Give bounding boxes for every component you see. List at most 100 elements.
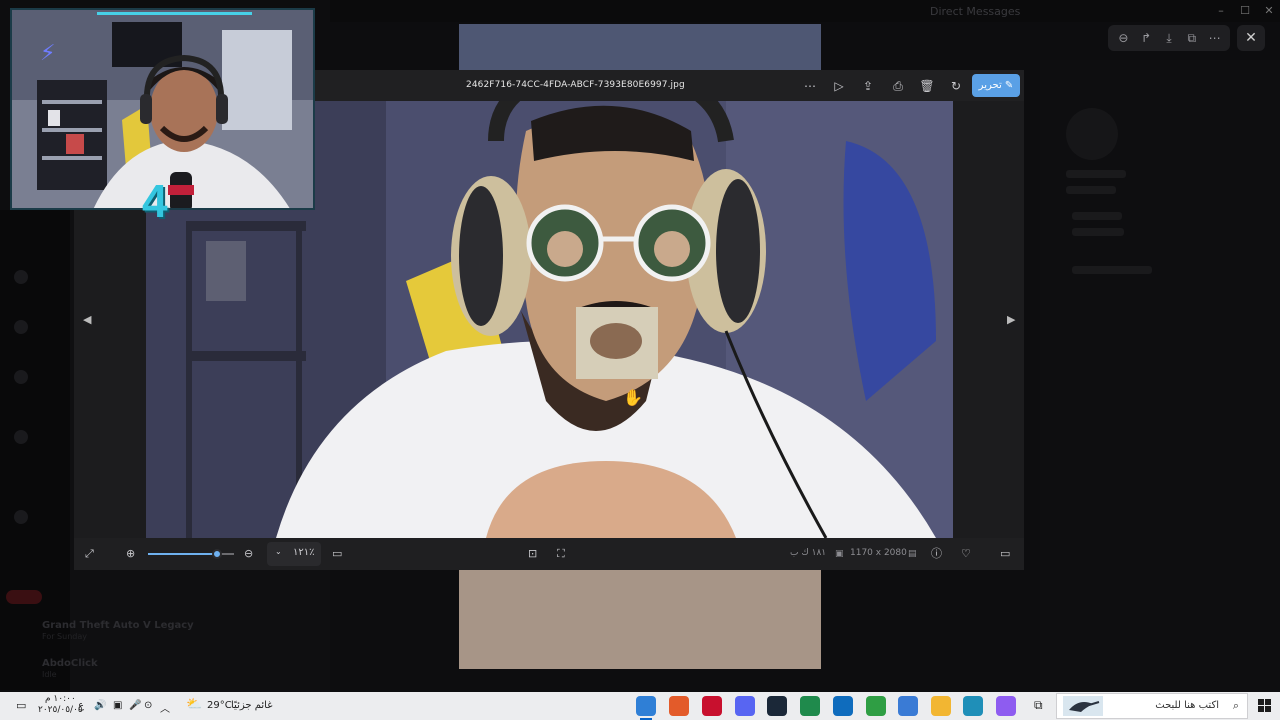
external-viewer-toolbar: ⊖ ↱ ⤓ ⧉ ⋯ [1108, 25, 1230, 51]
visual-search-icon[interactable]: ⊡ [528, 546, 537, 562]
clock-time: ١٠:٠٠ م [44, 694, 76, 704]
volume-icon[interactable]: 🔊 [94, 700, 106, 711]
delete-icon[interactable]: 🗑 [918, 77, 936, 95]
taskbar-app-edge[interactable] [963, 696, 983, 716]
viewer-bottom-bar: ⤢ ⊕ ⊖ ⌄ ١٢١٪ ▭ ⊡ ⛶ ١٨١ ك ب ▣ 1170 x 2080… [74, 538, 1024, 570]
zoom-out-icon[interactable]: ⊖ [244, 546, 253, 562]
underlay-image-bottom [459, 570, 821, 669]
weather-icon: ⛅ [186, 697, 203, 712]
taskbar-app-discord[interactable] [735, 696, 755, 716]
image-dimensions: 1170 x 2080 [850, 548, 907, 558]
filmstrip-icon[interactable]: ▭ [1000, 546, 1010, 562]
background-title-bar: Direct Messages – ☐ ✕ [330, 0, 1280, 22]
maximize-icon[interactable]: ☐ [1236, 3, 1254, 19]
search-icon: ⌕ [1232, 699, 1239, 712]
activity-game-sub: For Sunday [42, 632, 87, 641]
fit-to-window-icon[interactable]: ▭ [332, 546, 342, 562]
taskbar-app-office[interactable] [669, 696, 689, 716]
svg-text:⚡: ⚡ [40, 41, 55, 66]
live-badge [6, 590, 42, 604]
zoom-in-icon[interactable]: ⊕ [126, 546, 135, 562]
taskbar-app-chrome[interactable] [866, 696, 886, 716]
stream-logo: 4 [142, 175, 168, 227]
edit-button[interactable]: تحرير ✎ [972, 74, 1020, 97]
taskbar-search[interactable]: اكتب هنا للبحث ⌕ [1056, 693, 1248, 719]
profile-tag-placeholder [1066, 186, 1116, 194]
zoom-level-dropdown[interactable]: ⌄ ١٢١٪ [267, 542, 321, 566]
frame-accent [97, 12, 227, 15]
taskbar: ▭ ١٠:٠٠ م ٢٠٢٥/٠٥/٠٥ ع 🔊 ▣ 🎤 ⊙ ︿ ⛅ 29°C … [0, 692, 1280, 720]
taskbar-app-store[interactable] [898, 696, 918, 716]
rotate-icon[interactable]: ↻ [947, 77, 965, 95]
server-icon[interactable] [14, 320, 28, 334]
slideshow-icon[interactable]: ▷ [830, 77, 848, 95]
profile-name-placeholder [1066, 170, 1126, 178]
zoom-level-value: ١٢١٪ [293, 547, 315, 558]
dimensions-icon: ▤ [908, 549, 917, 559]
edit-label: تحرير [978, 80, 1002, 91]
window-close-icon[interactable]: ✕ [1260, 3, 1278, 19]
zoom-slider[interactable] [148, 549, 234, 559]
download-icon[interactable]: ⤓ [1160, 31, 1178, 46]
share-icon[interactable]: ⇪ [859, 77, 877, 95]
more-options-icon[interactable]: ⋯ [801, 77, 819, 95]
search-placeholder: اكتب هنا للبحث [1155, 700, 1219, 711]
taskbar-app-file-explorer[interactable] [931, 696, 951, 716]
previous-image-icon[interactable]: ◀ [83, 313, 91, 326]
activity-list: Grand Theft Auto V Legacy For Sunday Abd… [14, 614, 334, 684]
server-icon[interactable] [14, 370, 28, 384]
chevron-down-icon: ⌄ [275, 547, 282, 556]
start-windows-icon[interactable] [1258, 699, 1272, 713]
weather-description[interactable]: غائم جزئيًا [231, 700, 272, 711]
activity-game-sub: Idle [42, 670, 57, 679]
info-icon[interactable]: ⓘ [931, 546, 942, 562]
show-hidden-icons-icon[interactable]: ︿ [160, 700, 170, 715]
print-icon[interactable]: ⎙ [889, 77, 907, 95]
zoom-slider-fill [148, 553, 217, 555]
clock-date: ٢٠٢٥/٠٥/٠٥ [38, 705, 83, 715]
minimize-icon[interactable]: – [1212, 3, 1230, 19]
open-external-icon[interactable]: ⧉ [1183, 31, 1201, 46]
taskbar-app-outlook[interactable] [833, 696, 853, 716]
server-icon[interactable] [14, 430, 28, 444]
clock[interactable]: ١٠:٠٠ م ٢٠٢٥/٠٥/٠٥ [38, 694, 83, 716]
taskbar-app-photos[interactable] [636, 696, 656, 720]
server-icon[interactable] [14, 510, 28, 524]
next-image-icon[interactable]: ▶ [1007, 313, 1015, 326]
favorite-icon[interactable]: ♡ [961, 546, 971, 562]
crop-icon[interactable]: ⛶ [557, 546, 565, 562]
microphone-icon[interactable]: 🎤 [129, 700, 141, 711]
search-highlight-bird-icon [1063, 696, 1103, 716]
fullscreen-icon[interactable]: ⤢ [85, 546, 94, 562]
task-view-icon[interactable]: ⧉ [1030, 696, 1050, 716]
forward-icon[interactable]: ↱ [1137, 31, 1155, 45]
network-icon[interactable]: ▣ [113, 700, 122, 711]
input-language[interactable]: ع [78, 700, 84, 711]
file-size-icon: ▣ [835, 549, 844, 559]
svg-text:✋: ✋ [623, 388, 643, 407]
weather-temperature[interactable]: 29°C [207, 700, 232, 711]
underlay-image-top [459, 24, 821, 72]
activity-game-name: AbdoClick [42, 658, 98, 669]
activity-game-name: Grand Theft Auto V Legacy [42, 620, 194, 631]
taskbar-app-copilot[interactable] [996, 696, 1016, 716]
zoom-out-icon[interactable]: ⊖ [1114, 31, 1132, 45]
file-size: ١٨١ ك ب [790, 548, 827, 558]
frame-accent [212, 12, 252, 15]
mutual-servers-placeholder[interactable] [1072, 266, 1152, 274]
edit-icon: ✎ [1004, 80, 1014, 91]
location-icon[interactable]: ⊙ [144, 700, 152, 711]
profile-panel [1040, 60, 1280, 692]
taskbar-app-opera-gx[interactable] [702, 696, 722, 716]
notifications-icon[interactable]: ▭ [16, 699, 26, 712]
taskbar-app-steam[interactable] [767, 696, 787, 716]
avatar [1066, 108, 1118, 160]
member-since-placeholder [1072, 212, 1122, 220]
server-icon[interactable] [14, 270, 28, 284]
zoom-slider-thumb[interactable] [211, 549, 222, 559]
taskbar-app-excel[interactable] [800, 696, 820, 716]
more-icon[interactable]: ⋯ [1206, 31, 1224, 45]
close-overlay-button[interactable]: ✕ [1237, 25, 1265, 51]
member-date-placeholder [1072, 228, 1124, 236]
background-window-title: Direct Messages [930, 5, 1021, 18]
